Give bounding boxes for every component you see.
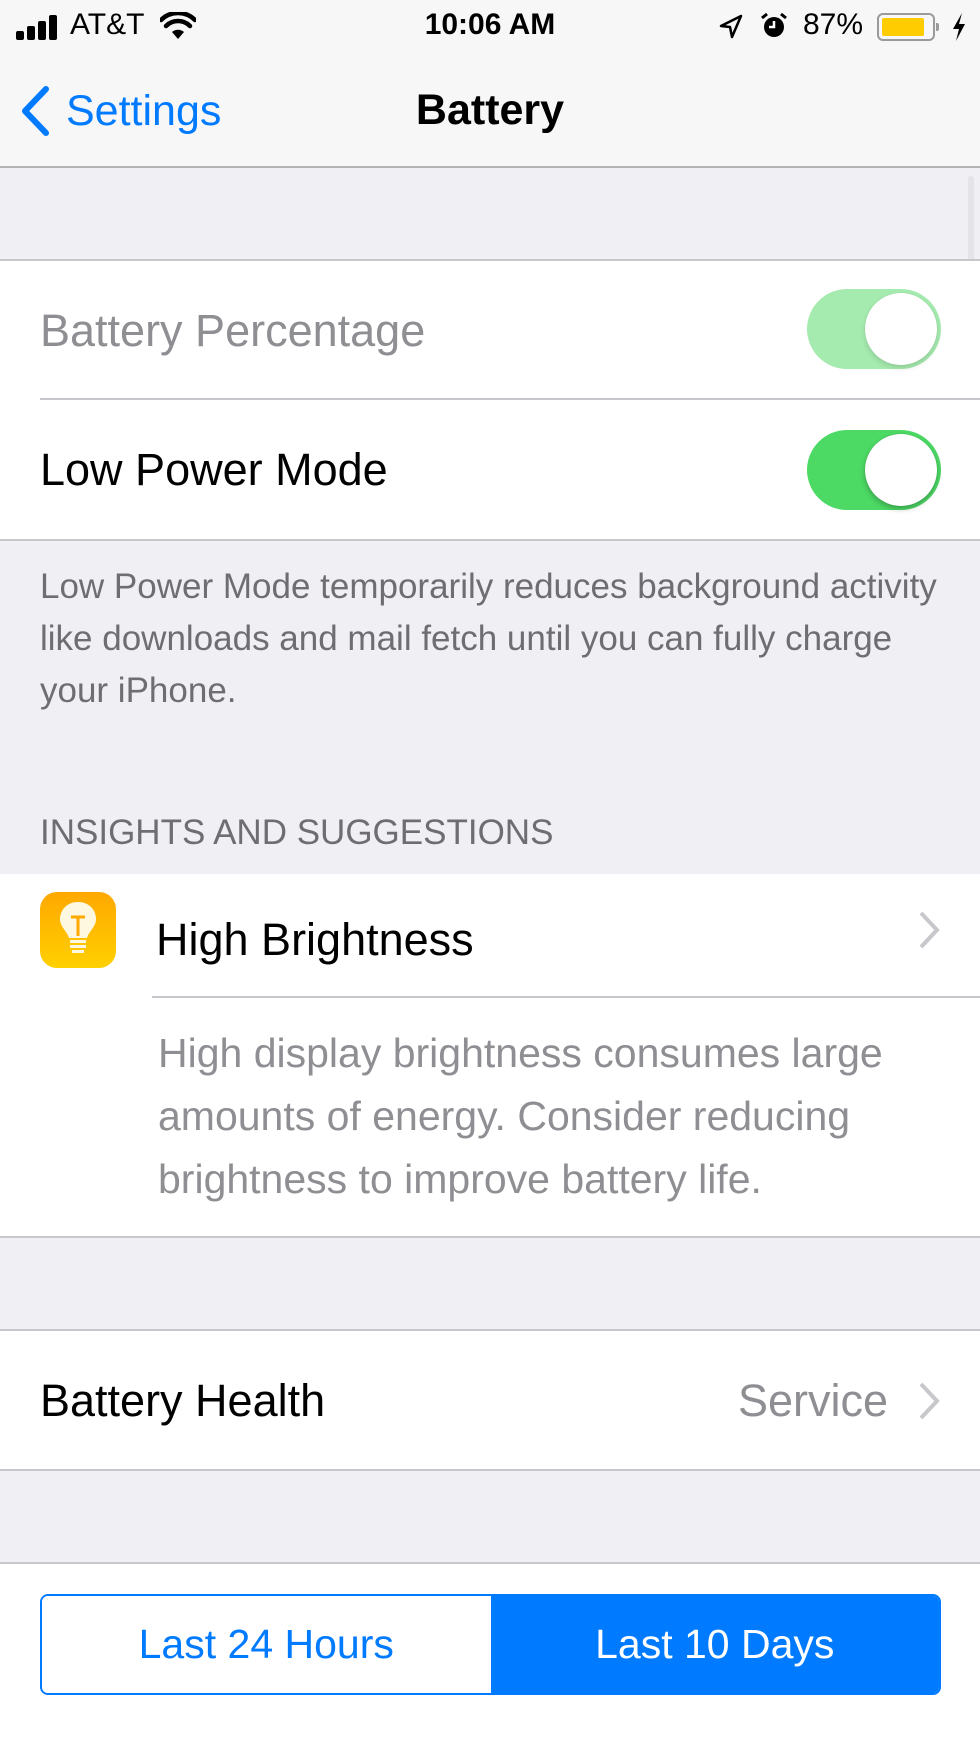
insight-description: High display brightness consumes large a… bbox=[158, 1030, 883, 1202]
battery-percentage-toggle[interactable] bbox=[807, 289, 941, 369]
battery-health-label: Battery Health bbox=[40, 1375, 326, 1426]
status-bar: AT&T 10:06 AM 87% bbox=[0, 0, 980, 55]
battery-percentage-text: 87% bbox=[803, 8, 864, 41]
section-header-insights: INSIGHTS AND SUGGESTIONS bbox=[40, 813, 554, 852]
insight-item[interactable]: High Brightness High display brightness … bbox=[0, 874, 980, 1237]
segment-label: Last 10 Days bbox=[595, 1621, 835, 1667]
navigation-bar: Settings Battery bbox=[0, 55, 980, 168]
settings-group-toggles: Battery Percentage Low Power Mode bbox=[0, 261, 980, 540]
battery-health-value: Service bbox=[737, 1375, 888, 1426]
segment-label: Last 24 Hours bbox=[138, 1621, 394, 1667]
low-power-mode-row: Low Power Mode bbox=[0, 400, 980, 540]
time-range-segmented-control: Last 24 Hours Last 10 Days bbox=[40, 1594, 941, 1695]
page-title: Battery bbox=[415, 86, 565, 134]
battery-icon bbox=[877, 13, 939, 41]
segment-last-10-days[interactable]: Last 10 Days bbox=[490, 1596, 939, 1693]
usage-section: Last 24 Hours Last 10 Days bbox=[0, 1564, 980, 1743]
chevron-right-icon bbox=[918, 1381, 940, 1426]
divider bbox=[0, 539, 980, 541]
lightbulb-icon bbox=[40, 892, 116, 968]
low-power-mode-footer: Low Power Mode temporarily reduces backg… bbox=[40, 567, 937, 710]
divider bbox=[0, 1469, 980, 1471]
divider bbox=[152, 996, 980, 998]
segment-last-24-hours[interactable]: Last 24 Hours bbox=[42, 1596, 491, 1693]
battery-percentage-label: Battery Percentage bbox=[40, 305, 426, 356]
alarm-icon bbox=[761, 12, 787, 37]
charging-bolt-icon bbox=[953, 13, 965, 41]
chevron-right-icon bbox=[918, 910, 940, 961]
battery-level-fill bbox=[882, 18, 924, 36]
battery-percentage-row: Battery Percentage bbox=[0, 261, 980, 399]
battery-health-row[interactable]: Battery Health Service bbox=[0, 1331, 980, 1470]
divider bbox=[0, 1236, 980, 1238]
location-arrow-icon bbox=[719, 14, 743, 39]
insight-title: High Brightness bbox=[156, 914, 474, 965]
low-power-mode-toggle[interactable] bbox=[807, 430, 941, 510]
low-power-mode-label: Low Power Mode bbox=[40, 444, 388, 495]
